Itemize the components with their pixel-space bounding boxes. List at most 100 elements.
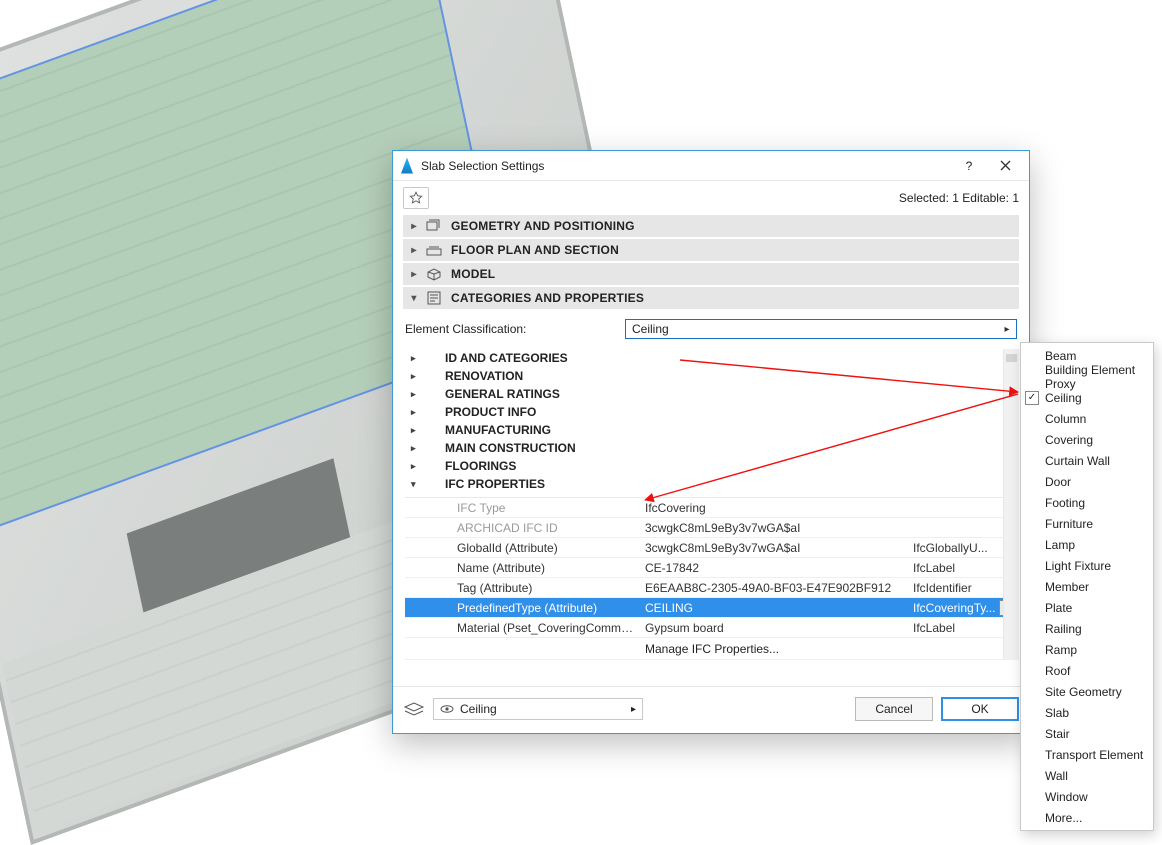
element-classification-value: Ceiling xyxy=(632,322,669,336)
ifc-property-key: IFC Type xyxy=(405,501,635,515)
ifc-property-value: 3cwgkC8mL9eBy3v7wGA$aI xyxy=(635,521,907,535)
classification-option-label: Window xyxy=(1045,790,1088,804)
tree-item-ifc-properties[interactable]: ▾IFC PROPERTIES xyxy=(405,475,1017,493)
ifc-property-type: IfcCoveringTy... xyxy=(907,601,999,615)
ifc-property-value: Gypsum board xyxy=(635,621,907,635)
ifc-property-value: CEILING xyxy=(635,601,907,615)
classification-option-label: Ceiling xyxy=(1045,391,1082,405)
panel-title: FLOOR PLAN AND SECTION xyxy=(451,243,619,257)
ifc-property-key: Name (Attribute) xyxy=(405,561,635,575)
dialog-title: Slab Selection Settings xyxy=(421,159,951,173)
model-icon xyxy=(425,267,443,281)
classification-option[interactable]: Curtain Wall xyxy=(1021,450,1153,471)
classification-option-label: Roof xyxy=(1045,664,1070,678)
ifc-property-row[interactable]: GlobalId (Attribute)3cwgkC8mL9eBy3v7wGA$… xyxy=(405,538,1017,558)
classification-option-label: Beam xyxy=(1045,349,1076,363)
classification-option[interactable]: Site Geometry xyxy=(1021,681,1153,702)
check-icon: ✓ xyxy=(1025,391,1039,405)
tree-item-renovation[interactable]: ▸RENOVATION xyxy=(405,367,1017,385)
manage-ifc-properties-row[interactable]: Manage IFC Properties... xyxy=(405,638,1017,660)
ifc-property-value: IfcCovering xyxy=(635,501,907,515)
expand-arrow-icon: ▾ xyxy=(409,293,419,304)
tree-item-floorings[interactable]: ▸FLOORINGS xyxy=(405,457,1017,475)
ifc-property-key: Material (Pset_CoveringCommon) xyxy=(405,621,635,635)
favorites-button[interactable] xyxy=(403,187,429,209)
ifc-property-row[interactable]: Material (Pset_CoveringCommon)Gypsum boa… xyxy=(405,618,1017,638)
floorplan-icon xyxy=(425,243,443,257)
classification-option[interactable]: Lamp xyxy=(1021,534,1153,555)
classification-option-label: Member xyxy=(1045,580,1089,594)
layer-stack-icon xyxy=(403,701,425,717)
ifc-property-key: PredefinedType (Attribute) xyxy=(405,601,635,615)
classification-option[interactable]: Furniture xyxy=(1021,513,1153,534)
classification-option[interactable]: Ramp xyxy=(1021,639,1153,660)
classification-option[interactable]: ✓ Ceiling xyxy=(1021,387,1153,408)
classification-option[interactable]: Window xyxy=(1021,786,1153,807)
classification-option[interactable]: Member xyxy=(1021,576,1153,597)
classification-option[interactable]: Door xyxy=(1021,471,1153,492)
classification-option-label: Transport Element xyxy=(1045,748,1143,762)
classification-option[interactable]: More... xyxy=(1021,807,1153,828)
ifc-property-value: CE-17842 xyxy=(635,561,907,575)
classification-option-label: Furniture xyxy=(1045,517,1093,531)
chevron-right-icon: ▸ xyxy=(1000,322,1014,336)
classification-option-label: Footing xyxy=(1045,496,1085,510)
classification-option-label: Door xyxy=(1045,475,1071,489)
close-icon xyxy=(1000,160,1011,171)
classification-option-label: Lamp xyxy=(1045,538,1075,552)
help-button[interactable]: ? xyxy=(951,152,987,180)
classification-option[interactable]: Wall xyxy=(1021,765,1153,786)
classification-option[interactable]: Railing xyxy=(1021,618,1153,639)
layer-value: Ceiling xyxy=(460,702,497,716)
classification-option-label: Plate xyxy=(1045,601,1072,615)
classification-option-label: Wall xyxy=(1045,769,1068,783)
classification-option[interactable]: Column xyxy=(1021,408,1153,429)
ifc-property-row[interactable]: IFC TypeIfcCovering xyxy=(405,498,1017,518)
ifc-property-type: IfcIdentifier xyxy=(907,581,1017,595)
collapse-arrow-icon: ▸ xyxy=(409,245,419,256)
classification-option[interactable]: Stair xyxy=(1021,723,1153,744)
classification-option[interactable]: Building Element Proxy xyxy=(1021,366,1153,387)
layer-dropdown[interactable]: Ceiling ▸ xyxy=(433,698,643,720)
ifc-property-row[interactable]: ARCHICAD IFC ID3cwgkC8mL9eBy3v7wGA$aI xyxy=(405,518,1017,538)
classification-option-label: Slab xyxy=(1045,706,1069,720)
titlebar: Slab Selection Settings ? xyxy=(393,151,1029,181)
scrollbar[interactable] xyxy=(1003,349,1019,660)
ok-button[interactable]: OK xyxy=(941,697,1019,721)
panel-geometry-positioning[interactable]: ▸ GEOMETRY AND POSITIONING xyxy=(403,215,1019,237)
panel-categories-properties[interactable]: ▾ CATEGORIES AND PROPERTIES xyxy=(403,287,1019,309)
geometry-icon xyxy=(425,219,443,233)
classification-popup: Beam Building Element Proxy ✓ Ceiling Column… xyxy=(1020,342,1154,831)
tree-item-product-info[interactable]: ▸PRODUCT INFO xyxy=(405,403,1017,421)
chevron-right-icon: ▸ xyxy=(631,704,636,715)
classification-option-label: Curtain Wall xyxy=(1045,454,1110,468)
ifc-property-value: E6EAAB8C-2305-49A0-BF03-E47E902BF912 xyxy=(635,581,907,595)
classification-option[interactable]: Transport Element xyxy=(1021,744,1153,765)
classification-option[interactable]: Footing xyxy=(1021,492,1153,513)
cancel-button[interactable]: Cancel xyxy=(855,697,933,721)
classification-option[interactable]: Covering xyxy=(1021,429,1153,450)
tree-item-general-ratings[interactable]: ▸GENERAL RATINGS xyxy=(405,385,1017,403)
tree-item-id-categories[interactable]: ▸ID AND CATEGORIES xyxy=(405,349,1017,367)
classification-option-label: Stair xyxy=(1045,727,1070,741)
classification-option-label: Ramp xyxy=(1045,643,1077,657)
classification-option[interactable]: Roof xyxy=(1021,660,1153,681)
classification-option[interactable]: Slab xyxy=(1021,702,1153,723)
close-button[interactable] xyxy=(987,152,1023,180)
classification-option[interactable]: Plate xyxy=(1021,597,1153,618)
star-icon xyxy=(409,191,423,205)
ifc-property-row[interactable]: Name (Attribute)CE-17842IfcLabel xyxy=(405,558,1017,578)
element-classification-dropdown[interactable]: Ceiling ▸ xyxy=(625,319,1017,339)
tree-item-main-construction[interactable]: ▸MAIN CONSTRUCTION xyxy=(405,439,1017,457)
ifc-property-row[interactable]: PredefinedType (Attribute)CEILINGIfcCove… xyxy=(405,598,1017,618)
panel-model[interactable]: ▸ MODEL xyxy=(403,263,1019,285)
ifc-property-key: ARCHICAD IFC ID xyxy=(405,521,635,535)
ifc-property-row[interactable]: Tag (Attribute)E6EAAB8C-2305-49A0-BF03-E… xyxy=(405,578,1017,598)
classification-option-label: Light Fixture xyxy=(1045,559,1111,573)
ifc-property-key: GlobalId (Attribute) xyxy=(405,541,635,555)
classification-option[interactable]: Light Fixture xyxy=(1021,555,1153,576)
tree-item-manufacturing[interactable]: ▸MANUFACTURING xyxy=(405,421,1017,439)
ifc-property-type: IfcLabel xyxy=(907,561,1017,575)
scrollbar-thumb[interactable] xyxy=(1006,354,1017,362)
panel-floor-plan-section[interactable]: ▸ FLOOR PLAN AND SECTION xyxy=(403,239,1019,261)
